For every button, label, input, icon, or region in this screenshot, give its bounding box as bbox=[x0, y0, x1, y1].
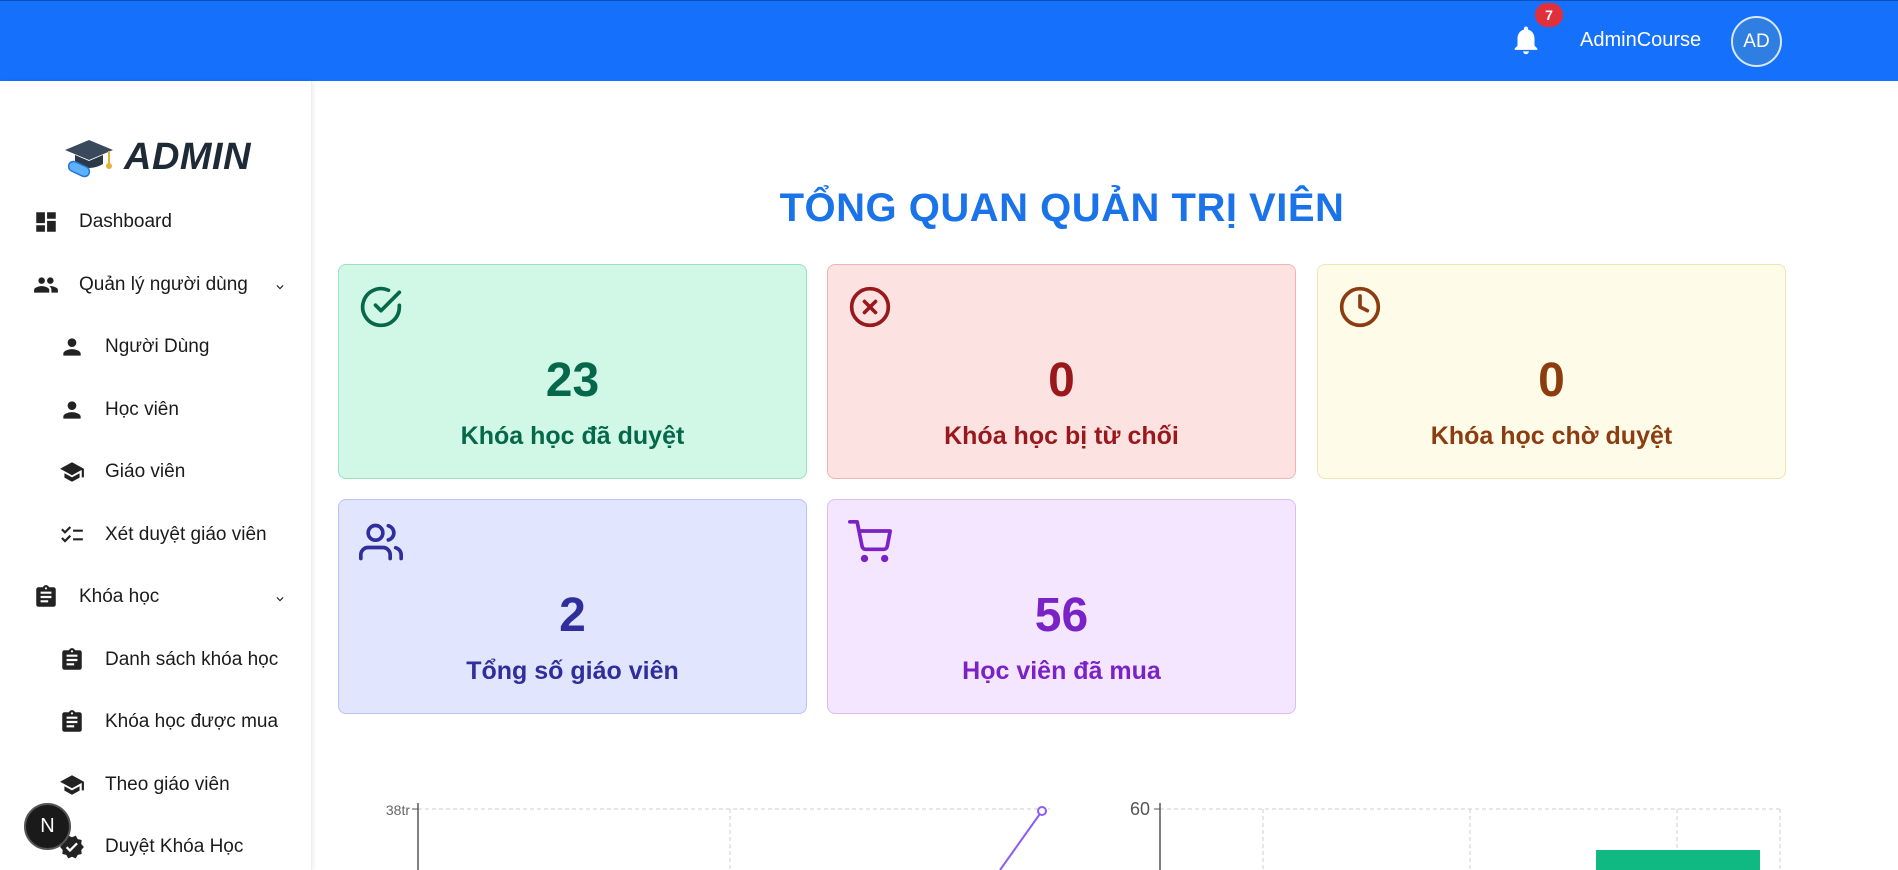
stat-card-approved: 23 Khóa học đã duyệt bbox=[338, 264, 807, 479]
sidebar-item-label: Xét duyệt giáo viên bbox=[105, 524, 267, 545]
sidebar-item-students[interactable]: Học viên bbox=[59, 390, 179, 430]
sidebar-item-label: Người Dùng bbox=[105, 336, 210, 357]
sidebar-item-dashboard[interactable]: Dashboard bbox=[33, 202, 172, 242]
data-point bbox=[1037, 806, 1047, 816]
sidebar-item-label: Khóa học được mua bbox=[105, 711, 279, 732]
stat-value: 56 bbox=[1034, 589, 1089, 642]
stat-card-teachers: 2 Tổng số giáo viên bbox=[338, 499, 807, 714]
username-label[interactable]: AdminCourse bbox=[1580, 29, 1701, 52]
brand[interactable]: ADMIN bbox=[62, 133, 251, 181]
stat-value: 23 bbox=[545, 354, 600, 407]
stat-label: Khóa học chờ duyệt bbox=[1430, 422, 1673, 450]
stat-label: Khóa học bị từ chối bbox=[944, 422, 1179, 450]
floating-n-button[interactable]: N bbox=[24, 803, 71, 850]
chevron-down-icon bbox=[276, 285, 284, 290]
sidebar-item-by-teacher[interactable]: Theo giáo viên bbox=[59, 765, 230, 805]
school-icon bbox=[60, 462, 84, 482]
clipboard-icon bbox=[62, 710, 82, 732]
x-circle-icon bbox=[849, 286, 891, 328]
sidebar-item-label: Dashboard bbox=[79, 211, 172, 232]
person-icon bbox=[63, 401, 81, 419]
school-icon bbox=[60, 775, 84, 795]
y-tick-label: 60 bbox=[1130, 799, 1150, 819]
students-bar-chart: 60 bbox=[1130, 799, 1781, 870]
chevron-down-icon bbox=[276, 597, 284, 602]
stat-card-rejected: 0 Khóa học bị từ chối bbox=[827, 264, 1296, 479]
bar bbox=[1596, 850, 1760, 870]
sidebar-item-label: Học viên bbox=[105, 399, 179, 420]
top-bar: 7 AdminCourse AD bbox=[0, 0, 1898, 81]
stat-value: 0 bbox=[1048, 354, 1075, 407]
sidebar-item-course-list[interactable]: Danh sách khóa học bbox=[59, 640, 289, 680]
dashboard-icon bbox=[36, 212, 56, 232]
users-icon bbox=[34, 277, 58, 293]
sidebar-item-label: Giáo viên bbox=[105, 461, 186, 482]
sidebar-item-purchased-courses[interactable]: Khóa học được mua bbox=[59, 702, 289, 742]
series-line bbox=[999, 810, 1043, 870]
stat-card-buyers: 56 Học viên đã mua bbox=[827, 499, 1296, 714]
page-title: TỔNG QUAN QUẢN TRỊ VIÊN bbox=[779, 186, 1345, 230]
sidebar-item-course-approval[interactable]: Duyệt Khóa Học bbox=[59, 827, 243, 867]
person-icon bbox=[63, 338, 81, 356]
sidebar-item-label: Duyệt Khóa Học bbox=[105, 836, 244, 857]
stat-card-pending: 0 Khóa học chờ duyệt bbox=[1317, 264, 1786, 479]
sidebar-item-label: Quản lý người dùng bbox=[79, 274, 248, 295]
notification-badge: 7 bbox=[1535, 3, 1563, 27]
graduation-cap-icon bbox=[65, 140, 113, 178]
check-circle-icon bbox=[360, 286, 402, 328]
sidebar-item-users[interactable]: Người Dùng bbox=[59, 327, 209, 367]
stat-label: Khóa học đã duyệt bbox=[460, 422, 685, 450]
sidebar-item-courses[interactable]: Khóa học bbox=[33, 577, 298, 617]
avatar[interactable]: AD bbox=[1731, 16, 1782, 67]
bell-icon[interactable] bbox=[1509, 23, 1543, 57]
clipboard-icon bbox=[62, 648, 82, 670]
stat-value: 2 bbox=[559, 589, 586, 642]
sidebar-item-label: Danh sách khóa học bbox=[105, 649, 279, 670]
brand-title: ADMIN bbox=[124, 135, 252, 178]
sidebar-item-label: Theo giáo viên bbox=[105, 774, 230, 795]
clipboard-icon bbox=[36, 585, 56, 607]
stat-label: Học viên đã mua bbox=[962, 657, 1161, 685]
sidebar-item-teacher-approval[interactable]: Xét duyệt giáo viên bbox=[59, 515, 267, 555]
sidebar-item-teachers[interactable]: Giáo viên bbox=[59, 452, 185, 492]
users-outline-icon bbox=[359, 523, 403, 561]
checklist-icon bbox=[61, 526, 83, 543]
stat-value: 0 bbox=[1538, 354, 1565, 407]
revenue-line-chart: 38tr bbox=[386, 802, 1050, 870]
sidebar-item-label: Khóa học bbox=[79, 586, 160, 607]
y-tick-label: 38tr bbox=[386, 802, 410, 818]
sidebar-item-user-management[interactable]: Quản lý người dùng bbox=[33, 265, 298, 305]
clock-icon bbox=[1339, 286, 1381, 328]
stat-label: Tổng số giáo viên bbox=[466, 657, 679, 685]
cart-icon bbox=[848, 520, 892, 563]
